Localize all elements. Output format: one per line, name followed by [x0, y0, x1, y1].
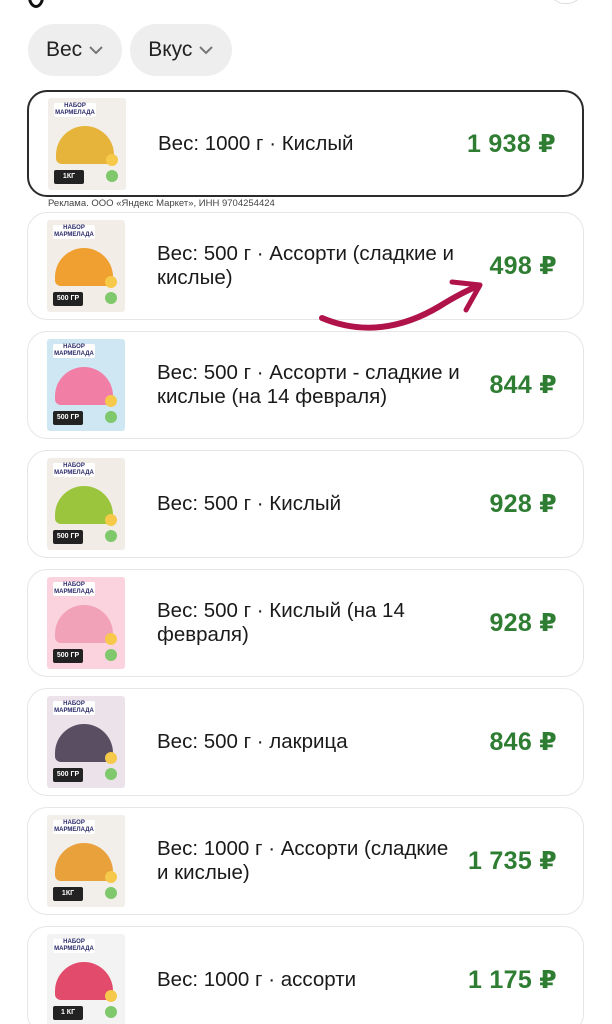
thumb-weight-tag: 500 ГР [53, 411, 83, 425]
thumb-badge [105, 990, 117, 1002]
thumb-badge [105, 633, 117, 645]
variant-title: Вес: 1000 г · Кислый [158, 131, 354, 155]
chevron-down-icon [88, 42, 104, 58]
thumb-badge [105, 752, 117, 764]
partial-header-button[interactable] [550, 0, 582, 4]
filter-chip-taste[interactable]: Вкус [130, 24, 233, 76]
variant-price: 498 ₽ [489, 252, 557, 280]
product-thumbnail: НАБОР МАРМЕЛАДА 500 ГР [47, 458, 125, 550]
variant-title: Вес: 500 г · Ассорти - сладкие и кислые … [157, 361, 460, 408]
variant-card[interactable]: НАБОР МАРМЕЛАДА 1КГ Вес: 1000 г · Ассорти (… [27, 807, 584, 915]
variant-title: Вес: 500 г · Кислый [157, 492, 342, 515]
thumb-header: НАБОР МАРМЕЛАДА [53, 344, 95, 358]
variant-card[interactable]: НАБОР МАРМЕЛАДА 500 ГР Вес: 500 г · лакрица… [27, 688, 584, 796]
thumb-badge [105, 887, 117, 899]
thumb-badge [105, 411, 117, 423]
variant-list: НАБОР МАРМЕЛАДА 1КГ Вес: 1000 г · Кислый 1 9… [27, 90, 584, 1024]
thumb-badge [105, 276, 117, 288]
filter-chips: Вес Вкус [28, 24, 233, 76]
variant-card[interactable]: НАБОР МАРМЕЛАДА 500 ГР Вес: 500 г · Кислый … [27, 569, 584, 677]
thumb-weight-tag: 500 ГР [53, 530, 83, 544]
thumb-badge [106, 169, 118, 182]
variant-price: 1 175 ₽ [467, 966, 557, 994]
thumb-badge [105, 1006, 117, 1018]
variant-card[interactable]: НАБОР МАРМЕЛАДА 1 КГ Вес: 1000 г · ассорти 1… [27, 926, 584, 1024]
variant-title: Вес: 500 г · Кислый (на 14 февраля) [157, 599, 405, 646]
ad-disclaimer: Реклама. ООО «Яндекс Маркет», ИНН 970425… [48, 198, 275, 209]
product-thumbnail: НАБОР МАРМЕЛАДА 500 ГР [47, 577, 125, 669]
thumb-badge [105, 292, 117, 304]
thumb-badge [105, 530, 117, 542]
variant-title: Вес: 1000 г · ассорти [157, 968, 357, 991]
variant-price: 1 735 ₽ [467, 847, 557, 875]
thumb-weight-tag: 500 ГР [53, 292, 83, 306]
thumb-header: НАБОР МАРМЕЛАДА [53, 939, 95, 953]
thumb-header: НАБОР МАРМЕЛАДА [53, 820, 95, 834]
thumb-weight-tag: 500 ГР [53, 649, 83, 663]
product-thumbnail: НАБОР МАРМЕЛАДА 1 КГ [47, 934, 125, 1024]
variant-price: 928 ₽ [489, 609, 557, 637]
thumb-weight-tag: 1 КГ [53, 1006, 83, 1020]
thumb-weight-tag: 1КГ [54, 169, 84, 184]
thumb-weight-tag: 500 ГР [53, 768, 83, 782]
variant-price: 846 ₽ [489, 728, 557, 756]
partial-header-glyph [28, 0, 44, 8]
thumb-badge [105, 649, 117, 661]
thumb-badge [106, 153, 118, 166]
thumb-header: НАБОР МАРМЕЛАДА [53, 225, 95, 239]
variant-card[interactable]: НАБОР МАРМЕЛАДА 500 ГР Вес: 500 г · Ассорти… [27, 212, 584, 320]
variant-card[interactable]: НАБОР МАРМЕЛАДА 1КГ Вес: 1000 г · Кислый 1 9… [27, 90, 584, 197]
variant-price: 844 ₽ [489, 371, 557, 399]
thumb-header: НАБОР МАРМЕЛАДА [54, 102, 96, 117]
variant-card[interactable]: НАБОР МАРМЕЛАДА 500 ГР Вес: 500 г · Ассорти… [27, 331, 584, 439]
product-thumbnail: НАБОР МАРМЕЛАДА 500 ГР [47, 339, 125, 431]
thumb-badge [105, 514, 117, 526]
product-thumbnail: НАБОР МАРМЕЛАДА 1КГ [48, 97, 126, 190]
thumb-header: НАБОР МАРМЕЛАДА [53, 463, 95, 477]
thumb-badge [105, 395, 117, 407]
variant-price: 928 ₽ [489, 490, 557, 518]
thumb-weight-tag: 1КГ [53, 887, 83, 901]
product-thumbnail: НАБОР МАРМЕЛАДА 500 ГР [47, 696, 125, 788]
variant-title: Вес: 500 г · лакрица [157, 730, 348, 753]
product-thumbnail: НАБОР МАРМЕЛАДА 500 ГР [47, 220, 125, 312]
thumb-badge [105, 871, 117, 883]
filter-chip-weight[interactable]: Вес [28, 24, 123, 76]
variant-card[interactable]: НАБОР МАРМЕЛАДА 500 ГР Вес: 500 г · Кислый 9… [27, 450, 584, 558]
chevron-down-icon [198, 42, 214, 58]
variant-price: 1 938 ₽ [466, 129, 556, 158]
variant-title: Вес: 1000 г · Ассорти (сладкие и кислые) [157, 837, 449, 884]
thumb-header: НАБОР МАРМЕЛАДА [53, 701, 95, 715]
filter-chip-label: Вкус [148, 38, 193, 61]
product-thumbnail: НАБОР МАРМЕЛАДА 1КГ [47, 815, 125, 907]
thumb-badge [105, 768, 117, 780]
variant-title: Вес: 500 г · Ассорти (сладкие и кислые) [157, 242, 454, 289]
thumb-header: НАБОР МАРМЕЛАДА [53, 582, 95, 596]
filter-chip-label: Вес [46, 38, 83, 61]
